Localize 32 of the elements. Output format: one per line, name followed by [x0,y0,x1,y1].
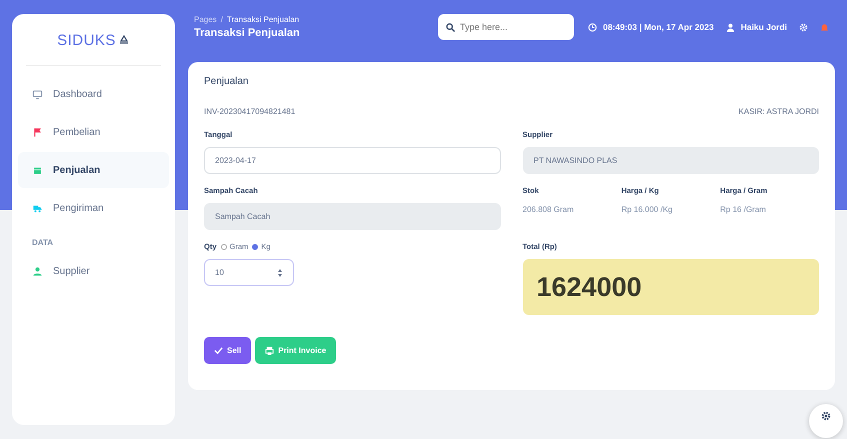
product-field[interactable]: Sampah Cacah [204,203,500,230]
card-title: Penjualan [204,76,250,87]
search-field[interactable]: Type here... [438,14,574,40]
stat-value: 206.808 Gram [522,205,575,214]
invoice-number: INV-20230417094821481 [204,107,296,116]
sidebar-item[interactable]: Dashboard [18,76,169,112]
page-title: Transaksi Penjualan [194,27,301,39]
user-link[interactable]: Haiku Jordi [740,22,787,32]
breadcrumb-item[interactable]: Pages [194,15,217,24]
stat-value: Rp 16.000 /Kg [621,205,674,214]
printer-icon [265,346,274,355]
sidebar-item[interactable]: Penjualan [18,152,169,188]
logo-text: SIDUKS [57,32,116,49]
user-icon [726,22,735,32]
sidebar-item[interactable]: Pembelian [18,114,169,150]
settings-icon[interactable] [821,411,831,421]
date-field[interactable]: 2023-04-17 [204,147,500,174]
supplier-field[interactable]: PT NAWASINDO PLAS [522,147,819,174]
section-heading: DATA [31,237,54,249]
cashier-name: KASIR: ASTRA JORDI [738,107,819,116]
breadcrumb-separator: / [220,15,223,24]
date-time-text: 08:49:03 | Mon, 17 Apr 2023 [602,22,714,32]
sell-button[interactable]: Sell [204,337,252,364]
stat-value: Rp 16 /Gram [720,205,767,214]
breadcrumb-item: Transaksi Penjualan [226,15,300,24]
sidebar-item[interactable]: Supplier [18,253,169,289]
sidebar-item[interactable]: Pengiriman [18,190,169,226]
check-icon [214,346,223,355]
quantity-field[interactable]: 10 [204,259,294,286]
total-amount: 1624000 [522,259,819,315]
spinner-arrows-icon[interactable] [277,268,283,278]
clock-icon [588,22,597,32]
